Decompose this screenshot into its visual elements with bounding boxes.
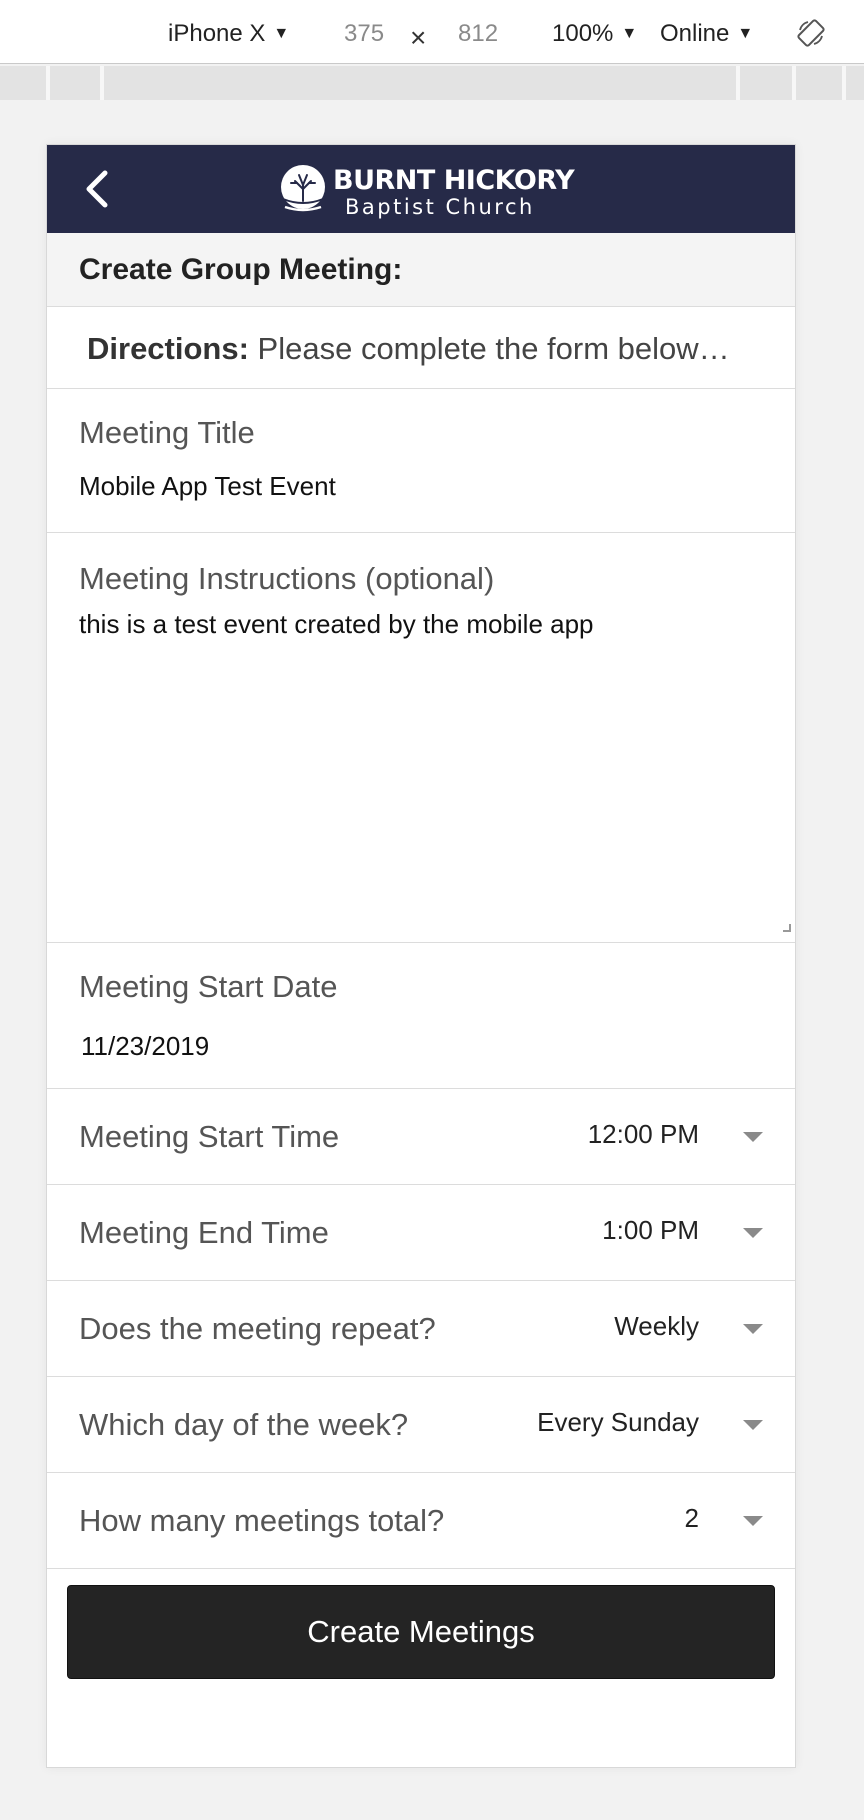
meeting-title-label: Meeting Title [79,415,255,450]
caret-down-icon [743,1324,763,1334]
media-query-bar[interactable] [0,66,864,100]
day-of-week-value: Every Sunday [537,1407,699,1437]
meeting-start-date-field: Meeting Start Date [47,943,795,1089]
directions: Directions: Please complete the form bel… [47,307,795,389]
caret-down-icon [743,1228,763,1238]
ruler-tick [46,66,50,100]
meetings-total-value: 2 [684,1503,699,1533]
ruler-tick [792,66,796,100]
close-icon: × [410,22,427,53]
meeting-title-field: Meeting Title [47,389,795,533]
meeting-end-time-value: 1:00 PM [602,1215,699,1245]
meeting-repeat-label: Does the meeting repeat? [79,1311,436,1346]
meeting-instructions-label: Meeting Instructions (optional) [79,561,495,596]
meeting-repeat-select[interactable]: Does the meeting repeat? Weekly [47,1281,795,1377]
device-select[interactable]: iPhone X ▼ [168,20,289,48]
phone-viewport: BURNT HICKORY Baptist Church Create Grou… [46,144,796,1768]
app-header: BURNT HICKORY Baptist Church [47,145,795,233]
church-logo: BURNT HICKORY Baptist Church [279,163,575,219]
page-title-bar: Create Group Meeting: [47,233,795,307]
meetings-total-select[interactable]: How many meetings total? 2 [47,1473,795,1569]
back-chevron-icon[interactable] [77,167,121,211]
meeting-start-time-select[interactable]: Meeting Start Time 12:00 PM [47,1089,795,1185]
viewport-width[interactable]: 375 [344,20,384,48]
resize-handle-icon[interactable] [783,924,791,932]
caret-down-icon [743,1516,763,1526]
ruler-tick [100,66,104,100]
chevron-down-icon: ▼ [621,25,638,42]
ruler-tick [842,66,846,100]
meeting-end-time-select[interactable]: Meeting End Time 1:00 PM [47,1185,795,1281]
device-name: iPhone X [168,20,266,47]
device-toolbar: iPhone X ▼ 375 × 812 100% ▼ Online ▼ [0,0,864,64]
ruler-tick [736,66,740,100]
caret-down-icon [743,1132,763,1142]
logo-subtitle: Baptist Church [345,195,535,219]
meeting-start-date-input[interactable] [81,1031,381,1062]
meeting-instructions-field: Meeting Instructions (optional) this is … [47,533,795,943]
zoom-select[interactable]: 100% ▼ [552,20,637,48]
page-title: Create Group Meeting: [79,253,403,286]
meeting-repeat-value: Weekly [614,1311,699,1341]
logo-name: BURNT HICKORY [333,165,575,196]
rotate-icon[interactable] [796,18,826,48]
directions-text: Directions: Please complete the form bel… [87,331,730,367]
meeting-instructions-textarea[interactable]: this is a test event created by the mobi… [79,607,759,917]
chevron-down-icon: ▼ [737,25,754,42]
day-of-week-select[interactable]: Which day of the week? Every Sunday [47,1377,795,1473]
day-of-week-label: Which day of the week? [79,1407,409,1442]
chevron-down-icon: ▼ [273,25,290,42]
meeting-title-input[interactable] [79,471,759,502]
directions-body: Please complete the form below… [257,331,730,366]
viewport-height[interactable]: 812 [458,20,498,48]
zoom-value: 100% [552,20,614,47]
network-select[interactable]: Online ▼ [660,20,753,48]
meeting-start-date-label: Meeting Start Date [79,969,338,1004]
meeting-start-time-value: 12:00 PM [587,1119,699,1149]
create-meetings-button[interactable]: Create Meetings [67,1585,775,1679]
caret-down-icon [743,1420,763,1430]
meeting-start-time-label: Meeting Start Time [79,1119,340,1154]
tree-logo-icon [281,165,325,212]
meetings-total-label: How many meetings total? [79,1503,445,1538]
directions-label: Directions: [87,331,249,366]
network-value: Online [660,20,730,47]
meeting-end-time-label: Meeting End Time [79,1215,329,1250]
